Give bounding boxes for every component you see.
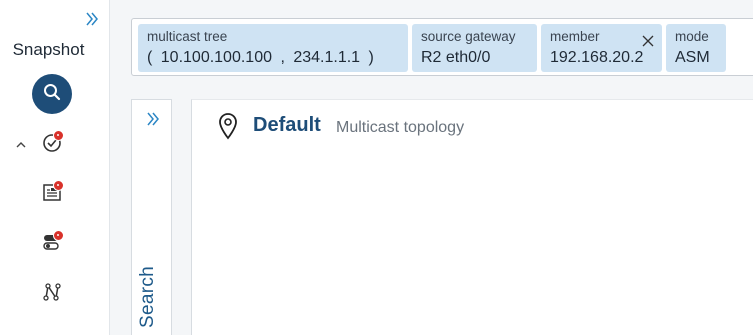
left-sidebar: Snapshot bbox=[0, 0, 110, 335]
filter-chip-member[interactable]: member 192.168.20.2 bbox=[541, 24, 662, 72]
filter-bar[interactable]: multicast tree ( 10.100.100.100 , 234.1.… bbox=[131, 18, 753, 76]
notification-badge bbox=[53, 130, 64, 141]
close-icon[interactable] bbox=[642, 34, 654, 47]
search-panel-tab[interactable]: Search bbox=[131, 99, 172, 335]
page-subtitle: Multicast topology bbox=[336, 119, 465, 136]
filter-chip-mode[interactable]: mode ASM bbox=[666, 24, 726, 72]
sidebar-title: Snapshot bbox=[12, 40, 85, 59]
sidebar-item-check[interactable] bbox=[38, 130, 66, 158]
main-panel: Default Multicast topology bbox=[191, 99, 753, 335]
search-tab-label[interactable]: Search bbox=[137, 266, 159, 328]
double-chevron-right-icon[interactable] bbox=[145, 111, 161, 127]
location-pin-icon bbox=[218, 112, 238, 140]
search-icon bbox=[42, 82, 62, 107]
sidebar-item-report[interactable] bbox=[38, 180, 66, 208]
chip-label: source gateway bbox=[421, 29, 516, 44]
chip-label: multicast tree bbox=[147, 29, 228, 44]
filter-chip-source-gateway[interactable]: source gateway R2 eth0/0 bbox=[412, 24, 537, 72]
page-title: Default bbox=[253, 114, 321, 136]
double-chevron-right-icon[interactable] bbox=[84, 11, 100, 27]
filter-chip-multicast-tree[interactable]: multicast tree ( 10.100.100.100 , 234.1.… bbox=[138, 24, 408, 72]
sidebar-item-path[interactable] bbox=[38, 280, 66, 308]
notification-badge bbox=[53, 230, 64, 241]
chip-value: ASM bbox=[675, 49, 710, 66]
path-icon bbox=[41, 281, 63, 308]
chip-label: member bbox=[550, 29, 600, 44]
chip-label: mode bbox=[675, 29, 709, 44]
chevron-up-icon[interactable] bbox=[15, 138, 27, 150]
search-button[interactable] bbox=[32, 74, 72, 114]
notification-badge bbox=[53, 180, 64, 191]
chip-value: ( 10.100.100.100 , 234.1.1.1 ) bbox=[147, 49, 374, 66]
chip-value: 192.168.20.2 bbox=[550, 49, 644, 66]
sidebar-item-toggle[interactable] bbox=[38, 230, 66, 258]
chip-value: R2 eth0/0 bbox=[421, 49, 491, 66]
